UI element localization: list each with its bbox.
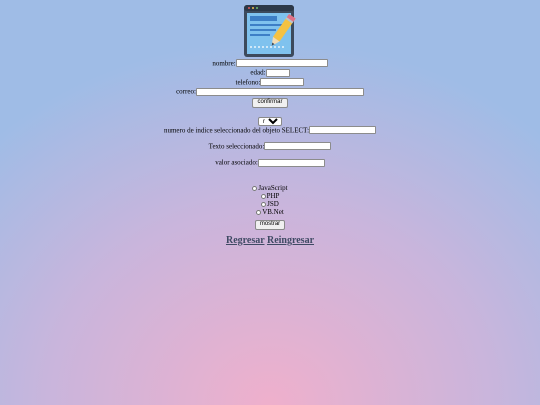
vbnet-label: VB.Net [262, 207, 284, 216]
checkbox-row-jsd: JSD [0, 200, 540, 208]
edad-row: edad: [0, 68, 540, 77]
vbnet-checkbox[interactable] [256, 209, 262, 215]
links-row: Regresar Reingresar [0, 235, 540, 246]
php-label: PHP [266, 191, 280, 200]
selected-text-input[interactable] [264, 142, 332, 151]
show-row: mostrar [0, 219, 540, 230]
edad-label: edad: [250, 68, 266, 77]
edad-input[interactable] [265, 68, 290, 77]
nombre-label: nombre: [212, 59, 236, 68]
checkbox-row-vbnet: VB.Net [0, 208, 540, 216]
selected-text-row: Texto seleccionado: [0, 142, 540, 151]
checkbox-row-javascript: JavaScript [0, 184, 540, 192]
nombre-row: nombre: [0, 59, 540, 68]
mostrar-button[interactable]: mostrar [254, 219, 286, 230]
form-edit-logo-icon [244, 5, 296, 57]
javascript-checkbox[interactable] [252, 185, 258, 191]
reingresar-link[interactable]: Reingresar [267, 235, 314, 246]
telefono-input[interactable] [260, 78, 305, 87]
regresar-link[interactable]: Regresar [226, 235, 265, 246]
color-select[interactable]: rojo [258, 116, 282, 126]
color-select-row: rojo [0, 116, 540, 126]
telefono-label: telefono: [235, 78, 261, 87]
value-input[interactable] [257, 158, 325, 167]
index-label: numero de indice seleccionado del objeto… [163, 125, 310, 134]
confirmar-button[interactable]: confirmar [252, 97, 288, 108]
value-row: valor asociado: [0, 158, 540, 167]
index-input[interactable] [309, 125, 377, 134]
telefono-row: telefono: [0, 78, 540, 87]
checkbox-row-php: PHP [0, 192, 540, 200]
php-checkbox[interactable] [260, 193, 266, 199]
correo-row: correo: [0, 87, 540, 96]
selected-text-label: Texto seleccionado: [208, 142, 265, 151]
correo-input[interactable] [195, 87, 364, 96]
jsd-label: JSD [267, 199, 279, 208]
nombre-input[interactable] [235, 59, 328, 68]
correo-label: correo: [176, 87, 196, 96]
confirm-row: confirmar [0, 97, 540, 108]
javascript-label: JavaScript [258, 183, 288, 192]
index-row: numero de indice seleccionado del objeto… [0, 125, 540, 134]
value-label: valor asociado: [215, 158, 258, 167]
jsd-checkbox[interactable] [261, 201, 267, 207]
page: nombre: edad: telefono: correo: confirma… [0, 0, 540, 246]
